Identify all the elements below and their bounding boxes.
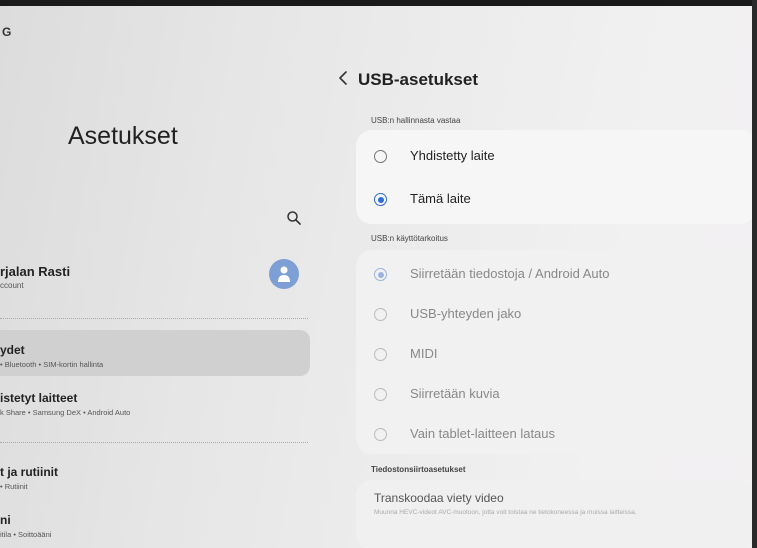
back-chevron-icon[interactable] xyxy=(337,70,349,86)
usb-settings-pane: USB-asetukset USB:n hallinnasta vastaa Y… xyxy=(318,6,752,548)
settings-item-sounds[interactable]: ni itila • Soittoääni xyxy=(0,500,310,546)
section-header-control: USB:n hallinnasta vastaa xyxy=(371,116,461,125)
radio-button-selected[interactable] xyxy=(374,193,387,206)
page-title: Asetukset xyxy=(68,122,178,150)
settings-item-title: ni xyxy=(0,513,11,527)
account-profile[interactable]: rjalan Rasti ccount xyxy=(0,253,315,313)
radio-button[interactable] xyxy=(374,308,387,321)
settings-item-title: ydet xyxy=(0,343,25,357)
option-label: MIDI xyxy=(410,346,438,361)
radio-midi[interactable]: MIDI xyxy=(374,338,752,374)
usb-control-card: Yhdistetty laite Tämä laite xyxy=(356,130,752,224)
radio-this-device[interactable]: Tämä laite xyxy=(374,183,752,219)
radio-button[interactable] xyxy=(374,348,387,361)
settings-item-connected-devices[interactable]: istetyt laitteet k Share • Samsung DeX •… xyxy=(0,378,310,424)
settings-item-subtitle: • Bluetooth • SIM-kortin hallinta xyxy=(0,360,104,369)
profile-name: rjalan Rasti xyxy=(0,264,71,279)
section-header-usage: USB:n käyttötarkoitus xyxy=(371,234,448,243)
option-label: Tämä laite xyxy=(410,191,471,206)
radio-button-selected[interactable] xyxy=(374,268,387,281)
settings-item-title: istetyt laitteet xyxy=(0,391,78,405)
avatar[interactable] xyxy=(269,259,299,289)
transcode-video-description: Muunna HEVC-videot AVC-muotoon, jotta vo… xyxy=(374,509,637,516)
settings-item-subtitle: • Rutiinit xyxy=(0,482,28,491)
device-bezel xyxy=(752,0,757,548)
settings-item-subtitle: itila • Soittoääni xyxy=(0,530,52,539)
settings-item-modes-routines[interactable]: t ja rutiinit • Rutiinit xyxy=(0,452,310,498)
option-label: Siirretään tiedostoja / Android Auto xyxy=(410,266,610,281)
radio-charging-only[interactable]: Vain tablet-laitteen lataus xyxy=(374,418,752,454)
radio-connected-device[interactable]: Yhdistetty laite xyxy=(374,140,752,176)
search-icon[interactable] xyxy=(286,210,302,226)
option-label: Yhdistetty laite xyxy=(410,148,495,163)
radio-button[interactable] xyxy=(374,388,387,401)
profile-subtitle: ccount xyxy=(0,281,24,290)
radio-button[interactable] xyxy=(374,150,387,163)
option-label: Vain tablet-laitteen lataus xyxy=(410,426,556,441)
settings-item-connections[interactable]: ydet • Bluetooth • SIM-kortin hallinta xyxy=(0,330,310,376)
settings-item-subtitle: k Share • Samsung DeX • Android Auto xyxy=(0,408,131,417)
radio-button[interactable] xyxy=(374,428,387,441)
radio-usb-tethering[interactable]: USB-yhteyden jako xyxy=(374,298,752,334)
tablet-screen: G Asetukset rjalan Rasti ccount ydet • B… xyxy=(0,6,752,548)
radio-transfer-photos[interactable]: Siirretään kuvia xyxy=(374,378,752,414)
person-icon xyxy=(278,266,290,282)
radio-file-transfer[interactable]: Siirretään tiedostoja / Android Auto xyxy=(374,258,752,294)
usb-usage-card: Siirretään tiedostoja / Android Auto USB… xyxy=(356,250,752,454)
divider xyxy=(0,318,308,319)
settings-item-title: t ja rutiinit xyxy=(0,465,58,479)
option-label: Siirretään kuvia xyxy=(410,386,500,401)
option-label: USB-yhteyden jako xyxy=(410,306,522,321)
usb-settings-title: USB-asetukset xyxy=(358,70,478,89)
divider xyxy=(0,442,308,443)
section-header-transfer: Tiedostonsiirtoasetukset xyxy=(371,465,466,474)
transcode-video-title[interactable]: Transkoodaa viety video xyxy=(374,491,504,505)
settings-list-pane: Asetukset rjalan Rasti ccount ydet • Blu… xyxy=(0,6,315,548)
